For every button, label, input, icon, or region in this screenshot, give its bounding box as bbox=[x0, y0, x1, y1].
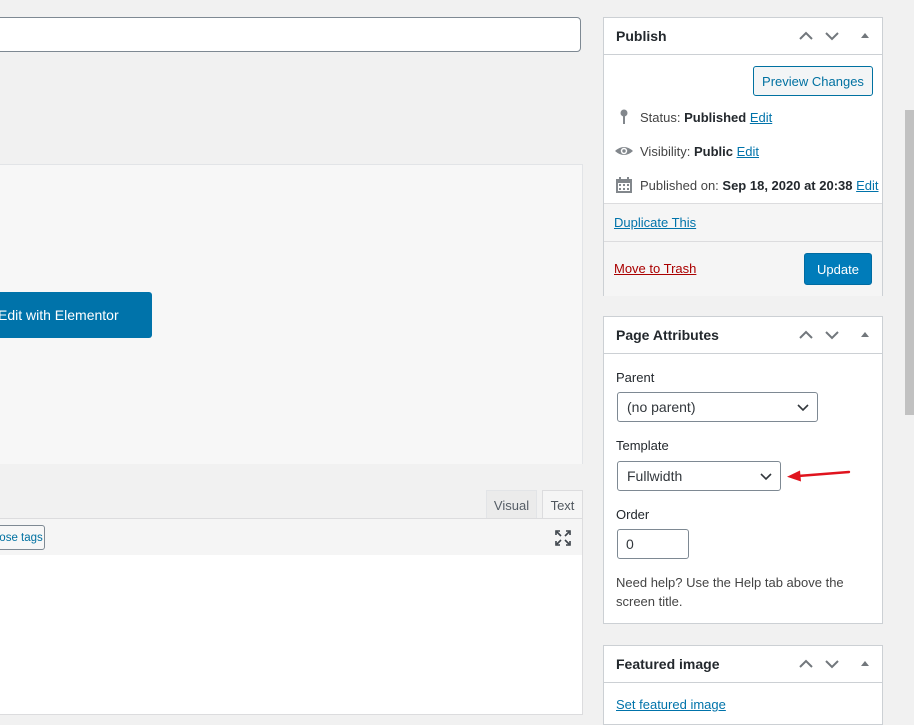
featured-image-box: Featured image Set featured image bbox=[603, 645, 883, 725]
published-on-label: Published on: bbox=[640, 177, 719, 193]
set-featured-image-link[interactable]: Set featured image bbox=[616, 697, 726, 712]
order-label: Order bbox=[616, 507, 650, 522]
visibility-label: Visibility: bbox=[640, 143, 691, 159]
chevron-down-icon bbox=[760, 473, 772, 481]
preview-changes-button[interactable]: Preview Changes bbox=[753, 66, 873, 96]
chevron-down-icon bbox=[797, 404, 809, 412]
status-value: Published bbox=[684, 109, 747, 125]
red-arrow-icon bbox=[787, 470, 851, 482]
publish-box-header: Publish bbox=[604, 18, 882, 55]
visibility-value: Public bbox=[693, 143, 733, 159]
edit-status-link[interactable]: Edit bbox=[750, 110, 772, 125]
page-attributes-box: Page Attributes Parent (no parent) Templ… bbox=[603, 316, 883, 624]
edit-with-elementor-button[interactable]: Edit with Elementor bbox=[0, 292, 152, 338]
chevron-up-icon[interactable] bbox=[798, 656, 814, 672]
visibility-row: Visibility: Public Edit bbox=[614, 141, 759, 161]
pin-icon bbox=[620, 109, 628, 124]
title-input[interactable] bbox=[0, 17, 581, 52]
fullscreen-icon[interactable] bbox=[554, 529, 572, 547]
editor-toolbar bbox=[0, 518, 583, 556]
chevron-down-icon[interactable] bbox=[824, 656, 840, 672]
toggle-arrow-icon[interactable] bbox=[857, 327, 873, 343]
parent-select-value: (no parent) bbox=[627, 399, 696, 415]
order-input[interactable]: 0 bbox=[617, 529, 689, 559]
page-attributes-title: Page Attributes bbox=[616, 327, 719, 343]
published-on-value: Sep 18, 2020 at 20:38 bbox=[722, 177, 853, 193]
parent-label: Parent bbox=[616, 370, 655, 385]
chevron-down-icon[interactable] bbox=[824, 28, 840, 44]
chevron-up-icon[interactable] bbox=[798, 327, 814, 343]
edit-date-link[interactable]: Edit bbox=[856, 178, 878, 193]
close-tags-button[interactable]: close tags bbox=[0, 525, 45, 550]
parent-select[interactable]: (no parent) bbox=[617, 392, 818, 422]
chevron-down-icon[interactable] bbox=[824, 327, 840, 343]
template-select-value: Fullwidth bbox=[627, 468, 683, 484]
status-row: Status: Published Edit bbox=[614, 107, 772, 127]
help-text: Need help? Use the Help tab above the sc… bbox=[616, 575, 844, 609]
close-tags-label: close tags bbox=[0, 531, 43, 544]
edit-with-elementor-label: Edit with Elementor bbox=[0, 307, 119, 323]
update-button[interactable]: Update bbox=[804, 253, 872, 285]
template-select[interactable]: Fullwidth bbox=[617, 461, 781, 491]
toggle-arrow-icon[interactable] bbox=[857, 656, 873, 672]
featured-image-header: Featured image bbox=[604, 646, 882, 683]
publish-box: Publish Preview Changes Status: Publishe… bbox=[603, 17, 883, 296]
calendar-icon bbox=[616, 177, 632, 193]
toggle-arrow-icon[interactable] bbox=[857, 28, 873, 44]
page-attributes-header: Page Attributes bbox=[604, 317, 882, 354]
published-on-row: Published on: Sep 18, 2020 at 20:38 Edit bbox=[614, 175, 879, 195]
move-to-trash-link[interactable]: Move to Trash bbox=[614, 261, 696, 276]
publish-box-title: Publish bbox=[616, 28, 667, 44]
edit-visibility-link[interactable]: Edit bbox=[737, 144, 759, 159]
chevron-up-icon[interactable] bbox=[798, 28, 814, 44]
template-label: Template bbox=[616, 438, 669, 453]
tab-text[interactable]: Text bbox=[542, 490, 583, 519]
scrollbar-thumb[interactable] bbox=[905, 110, 914, 415]
content-textarea[interactable] bbox=[0, 555, 583, 715]
eye-icon bbox=[615, 147, 633, 155]
duplicate-this-link[interactable]: Duplicate This bbox=[614, 215, 696, 230]
featured-image-title: Featured image bbox=[616, 656, 720, 672]
status-label: Status: bbox=[640, 109, 681, 125]
tab-visual[interactable]: Visual bbox=[486, 490, 537, 519]
